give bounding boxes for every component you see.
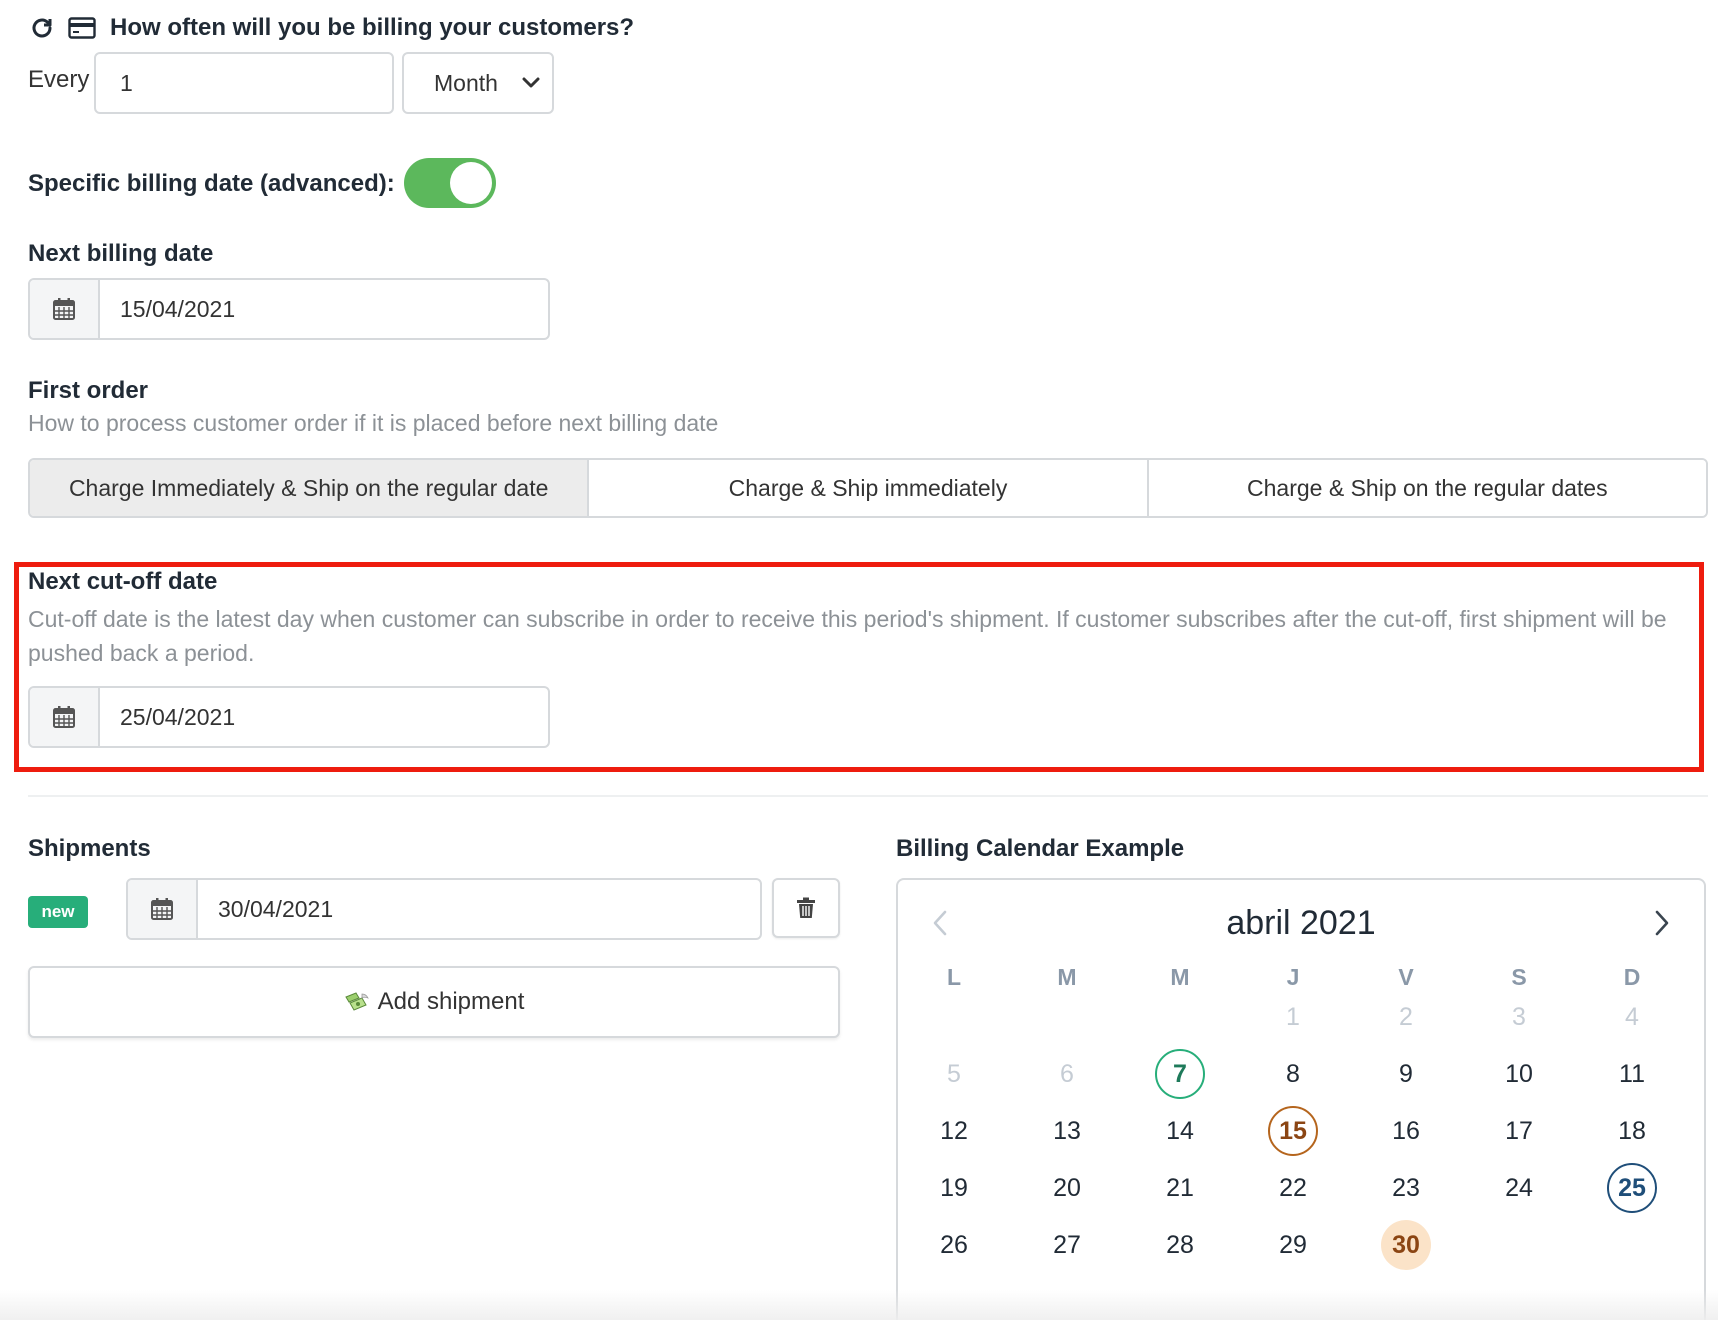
calendar-day[interactable]: 1 (1268, 992, 1318, 1042)
calendar-day[interactable]: 21 (1155, 1163, 1205, 1213)
calendar-day[interactable]: 23 (1381, 1163, 1431, 1213)
calendar-day[interactable]: 16 (1381, 1106, 1431, 1156)
option-charge-ship-regular-dates[interactable]: Charge & Ship on the regular dates (1148, 460, 1706, 516)
next-billing-label: Next billing date (28, 240, 214, 267)
billing-question-title: How often will you be billing your custo… (110, 14, 635, 41)
calendar-icon[interactable] (30, 688, 100, 746)
calendar-day[interactable]: 28 (1155, 1220, 1205, 1270)
cutoff-label: Next cut-off date (28, 568, 218, 595)
weekday-header: L (946, 964, 962, 990)
calendar-day[interactable]: 24 (1494, 1163, 1544, 1213)
calendar-day[interactable]: 12 (929, 1106, 979, 1156)
credit-card-icon (68, 17, 96, 39)
option-charge-immediately-ship-regular[interactable]: Charge Immediately & Ship on the regular… (30, 460, 590, 516)
shipment-date-value: 30/04/2021 (218, 895, 334, 922)
weekday-header: S (1511, 964, 1527, 990)
calendar-day[interactable]: 19 (929, 1163, 979, 1213)
weekday-header: M (1057, 964, 1077, 990)
calendar-day[interactable]: 5 (929, 1049, 979, 1099)
weekday-header: D (1623, 964, 1641, 990)
calendar-icon[interactable] (128, 880, 198, 938)
shipment-date-field[interactable]: 30/04/2021 (126, 878, 762, 940)
toggle-knob (450, 162, 492, 204)
calendar-day[interactable]: 4 (1607, 992, 1657, 1042)
interval-input[interactable]: 1 (94, 52, 394, 114)
calendar-day[interactable]: 26 (929, 1220, 979, 1270)
calendar-month-label: abril 2021 (1226, 904, 1376, 942)
section-divider (28, 795, 1708, 797)
calendar-day[interactable]: 10 (1494, 1049, 1544, 1099)
weekday-header: J (1286, 964, 1300, 990)
bottom-fade (0, 1290, 1718, 1320)
refresh-icon[interactable] (30, 16, 54, 40)
calendar-day[interactable]: 9 (1381, 1049, 1431, 1099)
calendar-day[interactable]: 15 (1268, 1106, 1318, 1156)
cutoff-help: Cut-off date is the latest day when cust… (28, 606, 1667, 666)
money-wings-icon (344, 991, 370, 1013)
calendar-day[interactable]: 11 (1607, 1049, 1657, 1099)
cutoff-date-field[interactable]: 25/04/2021 (28, 686, 550, 748)
shipments-label: Shipments (28, 835, 151, 862)
billing-calendar: abril 2021 L M M J V S D 1 2 3 4 5 6 7 8 9 10 11 12 13 14 15 1… (896, 878, 1706, 1320)
period-select[interactable]: Month (402, 52, 554, 114)
trash-icon (796, 897, 816, 919)
calendar-day[interactable]: 25 (1607, 1163, 1657, 1213)
calendar-day[interactable]: 22 (1268, 1163, 1318, 1213)
first-order-label: First order (28, 377, 149, 404)
every-label: Every (28, 66, 90, 93)
next-billing-date-field[interactable]: 15/04/2021 (28, 278, 550, 340)
chevron-down-icon (522, 77, 540, 89)
calendar-icon[interactable] (30, 280, 100, 338)
option-charge-ship-immediately[interactable]: Charge & Ship immediately (589, 460, 1149, 516)
delete-shipment-button[interactable] (772, 878, 840, 938)
interval-value: 1 (120, 69, 133, 96)
calendar-day[interactable]: 2 (1381, 992, 1431, 1042)
billing-calendar-title: Billing Calendar Example (896, 835, 1185, 862)
calendar-day[interactable]: 27 (1042, 1220, 1092, 1270)
chevron-right-icon[interactable] (1654, 910, 1670, 936)
first-order-options: Charge Immediately & Ship on the regular… (28, 458, 1708, 518)
specific-billing-toggle[interactable] (404, 158, 496, 208)
billing-question-row: How often will you be billing your custo… (30, 12, 634, 44)
new-badge: new (28, 896, 88, 928)
calendar-day[interactable]: 7 (1155, 1049, 1205, 1099)
add-shipment-label: Add shipment (377, 988, 525, 1015)
calendar-day[interactable]: 18 (1607, 1106, 1657, 1156)
calendar-day[interactable]: 30 (1381, 1220, 1431, 1270)
weekday-header: V (1398, 964, 1414, 990)
period-selected-value: Month (434, 69, 498, 96)
weekday-header: M (1170, 964, 1190, 990)
calendar-day[interactable]: 29 (1268, 1220, 1318, 1270)
calendar-day[interactable]: 17 (1494, 1106, 1544, 1156)
cutoff-date-value: 25/04/2021 (120, 703, 236, 730)
calendar-day[interactable]: 6 (1042, 1049, 1092, 1099)
calendar-day[interactable]: 8 (1268, 1049, 1318, 1099)
calendar-day[interactable]: 13 (1042, 1106, 1092, 1156)
add-shipment-button[interactable]: Add shipment (28, 966, 840, 1038)
calendar-day[interactable]: 14 (1155, 1106, 1205, 1156)
calendar-day[interactable]: 20 (1042, 1163, 1092, 1213)
calendar-day[interactable]: 3 (1494, 992, 1544, 1042)
next-billing-date-value: 15/04/2021 (120, 295, 236, 322)
specific-billing-label: Specific billing date (advanced): (28, 170, 395, 197)
first-order-help: How to process customer order if it is p… (28, 410, 719, 436)
